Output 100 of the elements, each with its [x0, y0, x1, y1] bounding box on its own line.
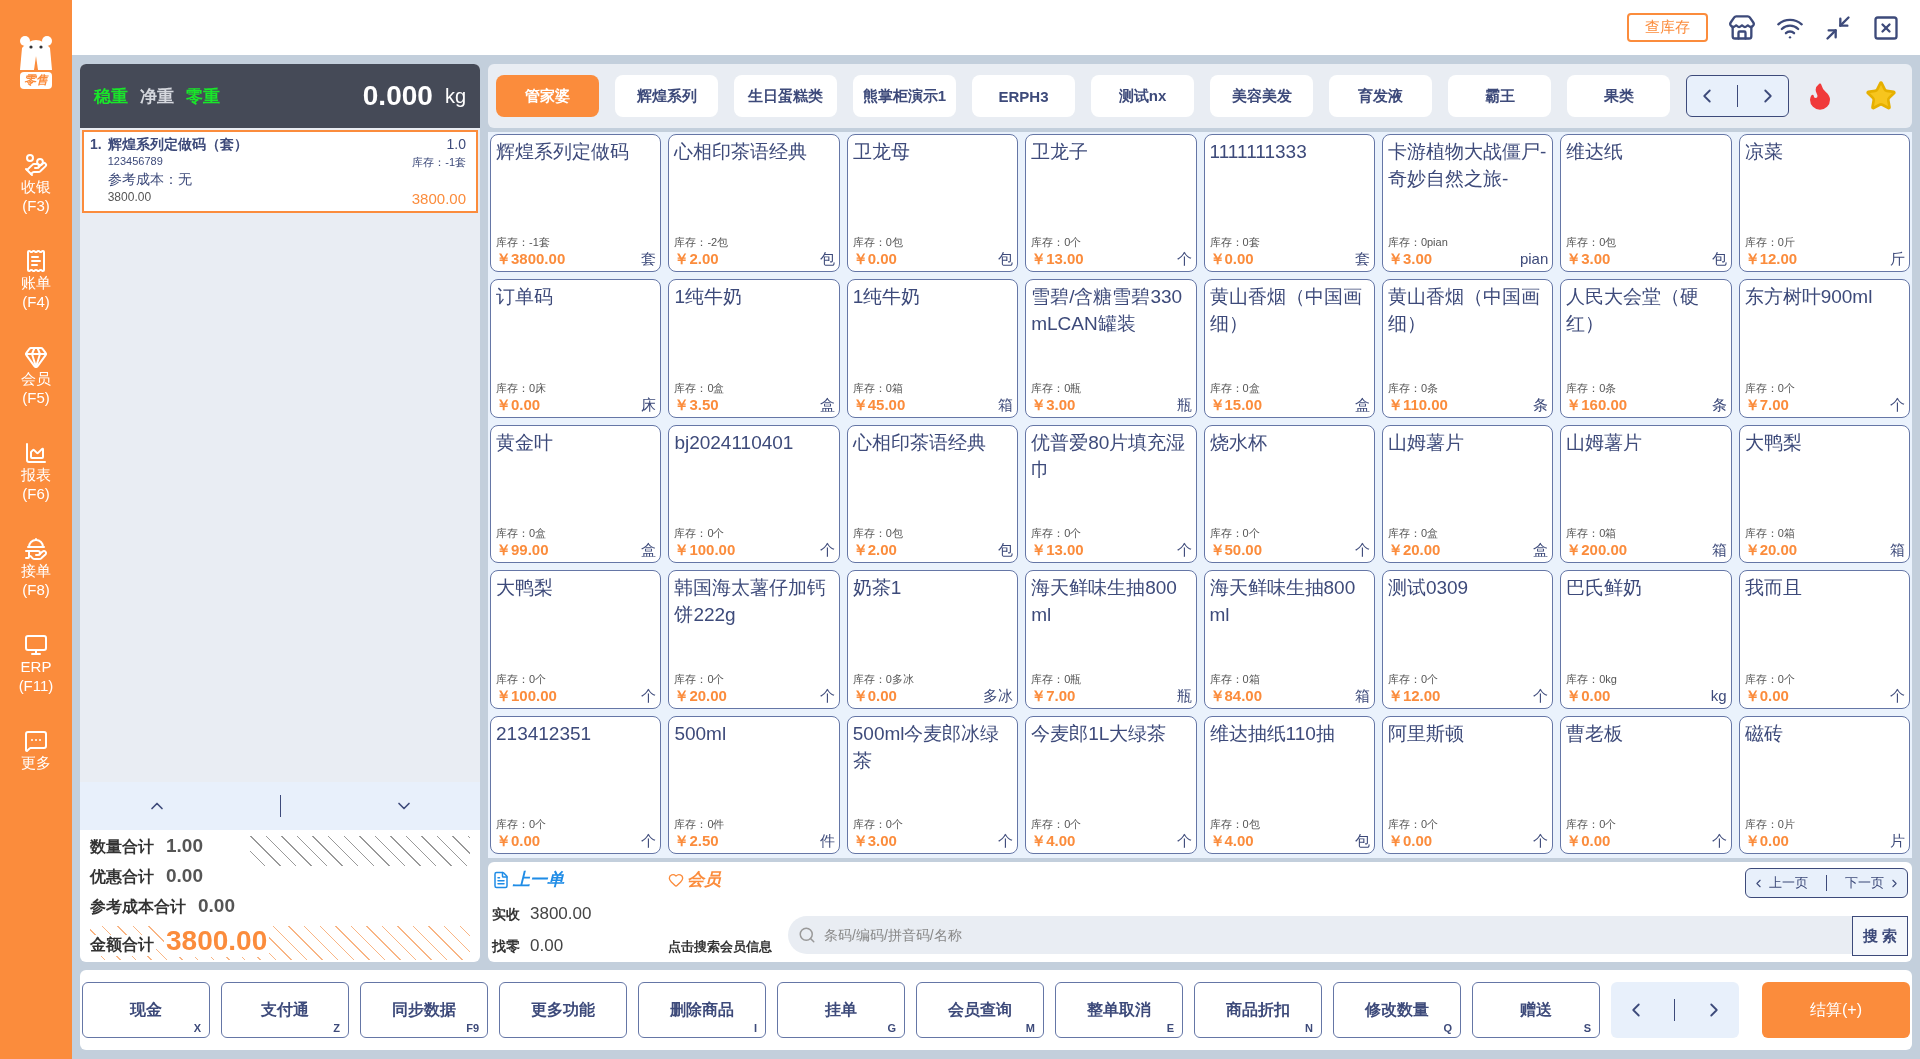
product-card[interactable]: 卡游植物大战僵尸-奇妙自然之旅- 库存：0pian ￥3.00 pian [1381, 134, 1554, 273]
product-card[interactable]: 测试0309 库存：0个 ￥12.00 个 [1381, 570, 1554, 709]
product-card[interactable]: 曹老板 库存：0个 ￥0.00 个 [1560, 715, 1732, 854]
minimize-icon[interactable] [1824, 13, 1852, 42]
product-unit: 包 [998, 541, 1014, 561]
action-button[interactable]: 支付通 Z [221, 982, 349, 1038]
category-tab[interactable]: 生日蛋糕类 [734, 75, 837, 117]
search-field[interactable]: 条码/编码/拼音码/名称 [788, 916, 1852, 954]
product-unit: 片 [1890, 832, 1905, 851]
product-card[interactable]: 凉菜 库存：0斤 ￥12.00 斤 [1738, 134, 1910, 273]
product-card[interactable]: 卫龙子 库存：0个 ￥13.00 个 [1025, 134, 1197, 273]
product-card[interactable]: 山姆薯片 库存：0盒 ￥20.00 盒 [1381, 424, 1554, 564]
product-card[interactable]: 黄山香烟（中国画细） 库存：0盒 ￥15.00 盒 [1203, 279, 1375, 418]
action-button[interactable]: 修改数量 Q [1333, 982, 1461, 1038]
product-card[interactable]: 辉煌系列定做码 库存：-1套 ￥3800.00 套 [490, 134, 662, 273]
product-name: 大鸭梨 [1744, 430, 1803, 455]
product-card[interactable]: 1纯牛奶 库存：0箱 ￥45.00 箱 [846, 279, 1019, 418]
product-unit: 床 [641, 395, 657, 415]
product-card[interactable]: 阿里斯顿 库存：0个 ￥0.00 个 [1381, 715, 1554, 854]
product-unit: 瓶 [1176, 395, 1192, 415]
product-price: ￥0.00 [1744, 686, 1789, 706]
product-price: ￥45.00 [852, 395, 906, 415]
action-button[interactable]: 同步数据 F9 [360, 982, 488, 1038]
product-card[interactable]: 海天鲜味生抽800ml 库存：0瓶 ￥7.00 瓶 [1025, 570, 1197, 709]
product-card[interactable]: 人民大会堂（硬红） 库存：0条 ￥160.00 条 [1560, 279, 1732, 418]
product-price: ￥3.00 [1387, 250, 1433, 270]
category-tab[interactable]: 美容美发 [1210, 75, 1313, 117]
product-card[interactable]: 1111111333 库存：0套 ￥0.00 套 [1203, 134, 1375, 273]
product-name: 烧水杯 [1209, 430, 1268, 455]
product-name: 心相印茶语经典 [852, 430, 987, 455]
product-stock: 库存：0个 [1387, 671, 1439, 687]
product-card[interactable]: 心相印茶语经典 库存：0包 ￥2.00 包 [846, 424, 1019, 564]
product-card[interactable]: 213412351 库存：0个 ￥0.00 个 [490, 715, 662, 854]
product-card[interactable]: 卫龙母 库存：0包 ￥0.00 包 [846, 134, 1019, 273]
category-tab[interactable]: 果类 [1567, 75, 1670, 117]
total-label: 金额合计 [90, 935, 156, 956]
product-card[interactable]: 我而且 库存：0个 ￥0.00 个 [1738, 570, 1910, 709]
last-order-link[interactable]: 上一单 [492, 868, 652, 891]
product-card[interactable]: 黄金叶 库存：0盒 ￥99.00 盒 [490, 424, 662, 564]
action-button[interactable]: 现金 X [82, 982, 210, 1038]
product-card[interactable]: 500ml今麦郎冰绿茶 库存：0个 ￥3.00 个 [846, 715, 1019, 854]
action-button[interactable]: 挂单 G [777, 982, 905, 1038]
action-button[interactable]: 更多功能 [499, 982, 627, 1038]
product-price: ￥13.00 [1031, 541, 1084, 561]
product-card[interactable]: 海天鲜味生抽800ml 库存：0箱 ￥84.00 箱 [1203, 570, 1375, 709]
product-card[interactable]: 雪碧/含糖雪碧330mLCAN罐装 库存：0瓶 ￥3.00 瓶 [1025, 279, 1197, 418]
product-card[interactable]: 500ml 库存：0件 ￥2.50 件 [668, 715, 840, 854]
scale-status: 净重 [140, 85, 174, 108]
action-button[interactable]: 商品折扣 N [1194, 982, 1322, 1038]
product-stock: 库存：0个 [1387, 817, 1439, 832]
category-tab[interactable]: 霸王 [1448, 75, 1551, 117]
product-card[interactable]: 优普爱80片填充湿巾 库存：0个 ￥13.00 个 [1025, 424, 1197, 564]
product-card[interactable]: 黄山香烟（中国画细） 库存：0条 ￥110.00 条 [1381, 279, 1554, 418]
star-icon[interactable] [1865, 80, 1897, 112]
category-tab[interactable]: ERPH3 [972, 75, 1075, 117]
product-card[interactable]: 心相印茶语经典 库存：-2包 ￥2.00 包 [668, 134, 840, 273]
product-card[interactable]: 大鸭梨 库存：0个 ￥100.00 个 [490, 570, 662, 709]
product-card[interactable]: bj2024110401 库存：0个 ￥100.00 个 [668, 424, 840, 564]
close-icon[interactable] [1872, 13, 1900, 42]
product-card[interactable]: 烧水杯 库存：0个 ￥50.00 个 [1203, 424, 1375, 564]
product-card[interactable]: 订单码 库存：0床 ￥0.00 床 [490, 279, 662, 418]
category-tab[interactable]: 测试nx [1091, 75, 1194, 117]
product-card[interactable]: 今麦郎1L大绿茶 库存：0个 ￥4.00 个 [1025, 715, 1197, 854]
product-price: ￥7.00 [1744, 395, 1789, 415]
product-card[interactable]: 1纯牛奶 库存：0盒 ￥3.50 盒 [668, 279, 840, 418]
product-name: 韩国海太薯仔加钙饼222g [674, 576, 828, 628]
chart-icon [24, 441, 48, 465]
search-button[interactable]: 搜 索 [1851, 916, 1908, 956]
product-card[interactable]: 磁砖 库存：0片 ￥0.00 片 [1738, 715, 1910, 854]
action-button[interactable]: 删除商品 I [638, 982, 766, 1038]
product-card[interactable]: 东方树叶900ml 库存：0个 ￥7.00 个 [1738, 279, 1910, 418]
action-button[interactable]: 整单取消 E [1055, 982, 1183, 1038]
product-card[interactable]: 维达纸 库存：0包 ￥3.00 包 [1560, 134, 1732, 273]
action-button[interactable]: 会员查询 M [916, 982, 1044, 1038]
product-price: ￥160.00 [1566, 395, 1628, 415]
category-tab[interactable]: 育发液 [1329, 75, 1432, 117]
product-stock: 库存：0个 [1031, 235, 1083, 251]
product-card[interactable]: 维达抽纸110抽 库存：0包 ￥4.00 包 [1203, 715, 1375, 854]
product-card[interactable]: 大鸭梨 库存：0箱 ￥20.00 箱 [1738, 424, 1910, 564]
product-card[interactable]: 奶茶1 库存：0多冰 ￥0.00 多冰 [846, 570, 1019, 709]
product-name: 山姆薯片 [1566, 430, 1644, 455]
store-icon[interactable] [1728, 13, 1756, 42]
product-stock: 库存：-1套 [496, 235, 551, 251]
cart-item[interactable]: 1. 辉煌系列定做码（套） 1.0 123456789 库存：-1套 参考成本：无 3800.00 3800.00 [82, 130, 478, 213]
product-unit: 个 [1176, 541, 1192, 561]
next-page-button[interactable]: 下一页 [1845, 874, 1901, 892]
product-card[interactable]: 韩国海太薯仔加钙饼222g 库存：0个 ￥20.00 个 [668, 570, 840, 709]
product-name: 东方树叶900ml [1744, 285, 1874, 310]
action-button[interactable]: 赠送 S [1472, 982, 1600, 1038]
category-tab[interactable]: 熊掌柜演示1 [853, 75, 956, 117]
category-tab[interactable]: 辉煌系列 [615, 75, 718, 117]
prev-page-button[interactable]: 上一页 [1752, 874, 1808, 892]
member-search-hint[interactable]: 点击搜索会员信息 [668, 938, 772, 956]
product-price: ￥0.00 [1387, 832, 1433, 851]
product-card[interactable]: 山姆薯片 库存：0箱 ￥200.00 箱 [1560, 424, 1732, 564]
product-price: ￥3800.00 [496, 250, 566, 270]
product-stock: 库存：0床 [496, 380, 548, 396]
product-unit: 个 [1533, 832, 1549, 851]
product-card[interactable]: 巴氏鲜奶 库存：0kg ￥0.00 kg [1560, 570, 1732, 709]
product-unit: 个 [641, 686, 657, 706]
